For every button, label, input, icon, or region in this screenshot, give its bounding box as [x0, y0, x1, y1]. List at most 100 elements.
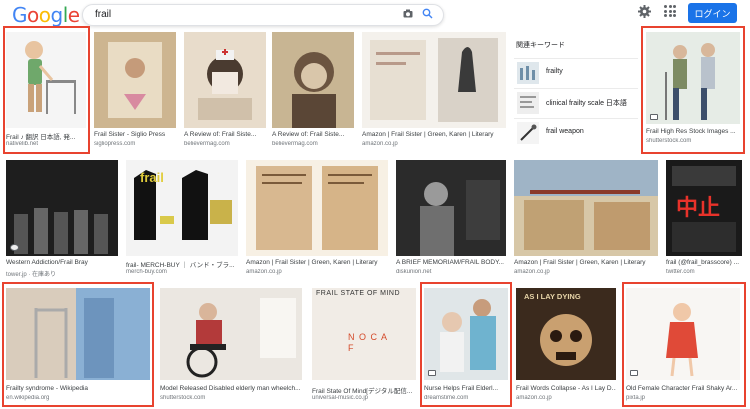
result-image[interactable]: [6, 32, 86, 128]
result-tile-3[interactable]: A Review of: Frail Siste... believermag.…: [184, 32, 266, 156]
result-domain: universal-music.co.jp: [312, 395, 369, 401]
result-caption[interactable]: Frail ♪ 翻訳 日本語, 発...: [6, 131, 86, 141]
related-thumb: [517, 62, 539, 84]
camera-icon[interactable]: [403, 9, 413, 21]
result-image[interactable]: [362, 32, 506, 128]
result-tile-6[interactable]: Frail High Res Stock Images ... shutters…: [646, 32, 740, 156]
result-caption[interactable]: Frailty syndrome - Wikipedia: [6, 385, 150, 392]
shirt-text: frail: [140, 170, 164, 185]
result-image[interactable]: [646, 32, 740, 124]
result-caption[interactable]: Western Addiction/Frail Bray: [6, 259, 118, 266]
login-button[interactable]: ログイン: [688, 3, 737, 23]
result-caption[interactable]: Nurse Helps Frail Elderl...: [424, 385, 508, 392]
related-title: 関連キーワード: [516, 42, 565, 49]
result-domain: pixta.jp: [626, 395, 646, 401]
related-label[interactable]: frail weapon: [546, 128, 584, 135]
result-domain: en.wikipedia.org: [6, 395, 50, 401]
result-image[interactable]: [424, 288, 508, 380]
result-tile-10[interactable]: A BRIEF MEMORIAM/FRAIL BODY... diskunion…: [396, 160, 506, 278]
result-tile-4[interactable]: A Review of: Frail Siste... believermag.…: [272, 32, 354, 156]
related-item-frailty[interactable]: frailty: [514, 58, 638, 84]
image-badge-icon: [428, 370, 436, 376]
logo-letter: e: [67, 3, 80, 27]
result-caption[interactable]: Amazon | Frail Sister | Green, Karen | L…: [246, 259, 388, 266]
logo-letter: g: [50, 3, 64, 27]
result-domain: amazon.co.jp: [516, 395, 552, 401]
album-title-text: FRAIL STATE OF MIND: [316, 290, 401, 297]
result-tile-1[interactable]: Frail ♪ 翻訳 日本語, 発... nativelib.net: [6, 32, 86, 156]
result-image[interactable]: FRAIL STATE OF MIND N O C A F: [312, 288, 416, 380]
result-caption[interactable]: Frail Sister - Siglio Press: [94, 131, 176, 138]
result-image[interactable]: [246, 160, 388, 256]
result-image[interactable]: 中止: [666, 160, 742, 256]
result-tile-18[interactable]: Old Female Character Frail Shaky Ar... p…: [626, 288, 740, 406]
related-item-clinical-frailty-scale[interactable]: clinical frailty scale 日本語: [514, 88, 638, 114]
result-image[interactable]: [514, 160, 658, 256]
related-label[interactable]: frailty: [546, 68, 563, 75]
search-icon[interactable]: [422, 8, 433, 22]
related-label[interactable]: clinical frailty scale 日本語: [546, 98, 627, 108]
result-image[interactable]: [184, 32, 266, 128]
result-domain: believermag.com: [184, 141, 230, 147]
result-image[interactable]: [6, 160, 118, 256]
elderly-man-cartoon-icon: [25, 41, 76, 114]
result-tile-5[interactable]: Amazon | Frail Sister | Green, Karen | L…: [362, 32, 506, 156]
result-tile-9[interactable]: Amazon | Frail Sister | Green, Karen | L…: [246, 160, 388, 278]
result-tile-15[interactable]: FRAIL STATE OF MIND N O C A F Frail Stat…: [312, 288, 416, 406]
result-tile-14[interactable]: Model Released Disabled elderly man whee…: [160, 288, 302, 406]
related-thumb: [517, 92, 539, 114]
related-thumb: [517, 122, 539, 144]
related-item-frail-weapon[interactable]: frail weapon: [514, 118, 638, 144]
gear-icon[interactable]: [638, 5, 651, 21]
apps-grid-icon[interactable]: [664, 5, 676, 17]
result-domain: amazon.co.jp: [246, 269, 282, 275]
search-box[interactable]: frail: [82, 4, 444, 26]
album-band-text: AS I LAY DYING: [524, 292, 581, 301]
result-image[interactable]: [272, 32, 354, 128]
result-caption[interactable]: Amazon | Frail Sister | Green, Karen | L…: [514, 259, 658, 266]
result-tile-7[interactable]: Western Addiction/Frail Bray tower.jp · …: [6, 160, 118, 278]
related-keywords-panel: 関連キーワード frailty clinical frailty scale 日…: [514, 36, 638, 150]
result-image[interactable]: [160, 288, 302, 380]
result-tile-16[interactable]: Nurse Helps Frail Elderl... dreamstime.c…: [424, 288, 508, 406]
result-image[interactable]: [626, 288, 740, 380]
search-input[interactable]: frail: [95, 9, 111, 20]
result-caption[interactable]: Amazon | Frail Sister | Green, Karen | L…: [362, 131, 506, 138]
result-tile-13[interactable]: Frailty syndrome - Wikipedia en.wikipedi…: [6, 288, 150, 406]
result-domain: sigliopress.com: [94, 141, 136, 147]
image-badge-icon: [630, 370, 638, 376]
image-badge-icon: [650, 114, 658, 120]
gif-badge-icon: [10, 244, 19, 251]
result-tile-17[interactable]: AS I LAY DYING Frail Words Collapse - As…: [516, 288, 616, 406]
result-domain: tower.jp · 在庫あり: [6, 272, 57, 278]
result-caption[interactable]: A BRIEF MEMORIAM/FRAIL BODY...: [396, 259, 506, 266]
result-tile-11[interactable]: Amazon | Frail Sister | Green, Karen | L…: [514, 160, 658, 278]
result-domain: shutterstock.com: [646, 138, 692, 144]
result-caption[interactable]: frail (@frail_brasscore) ...: [666, 259, 742, 266]
result-image[interactable]: [94, 32, 176, 128]
result-tile-12[interactable]: 中止 frail (@frail_brasscore) ... twitter.…: [666, 160, 742, 278]
result-caption[interactable]: Frail High Res Stock Images ...: [646, 128, 740, 135]
result-caption[interactable]: Frail State Of Mind[デジタル配信...: [312, 385, 416, 395]
result-caption[interactable]: A Review of: Frail Siste...: [184, 131, 266, 138]
result-tile-8[interactable]: frail frail- MERCH-BUY ｜ バンド・ブラ... merch…: [126, 160, 238, 278]
result-image[interactable]: [396, 160, 506, 256]
result-domain: twitter.com: [666, 269, 695, 275]
result-domain: believermag.com: [272, 141, 318, 147]
result-tile-2[interactable]: Frail Sister - Siglio Press sigliopress.…: [94, 32, 176, 156]
result-image[interactable]: frail: [126, 160, 238, 256]
result-caption[interactable]: Model Released Disabled elderly man whee…: [160, 385, 302, 392]
result-image[interactable]: AS I LAY DYING: [516, 288, 616, 380]
result-caption[interactable]: frail- MERCH-BUY ｜ バンド・ブラ...: [126, 259, 238, 269]
result-caption[interactable]: Frail Words Collapse - As I Lay D...: [516, 385, 616, 392]
result-caption[interactable]: Old Female Character Frail Shaky Ar...: [626, 385, 740, 392]
google-logo[interactable]: Google: [12, 3, 80, 28]
result-image[interactable]: [6, 288, 150, 380]
header-bar: Google frail ログイン: [0, 0, 750, 30]
logo-letter: o: [27, 3, 39, 27]
result-domain: merch-buy.com: [126, 269, 167, 275]
result-domain: nativelib.net: [6, 141, 39, 147]
result-caption[interactable]: A Review of: Frail Siste...: [272, 131, 354, 138]
result-domain: amazon.co.jp: [514, 269, 550, 275]
result-domain: shutterstock.com: [160, 395, 206, 401]
